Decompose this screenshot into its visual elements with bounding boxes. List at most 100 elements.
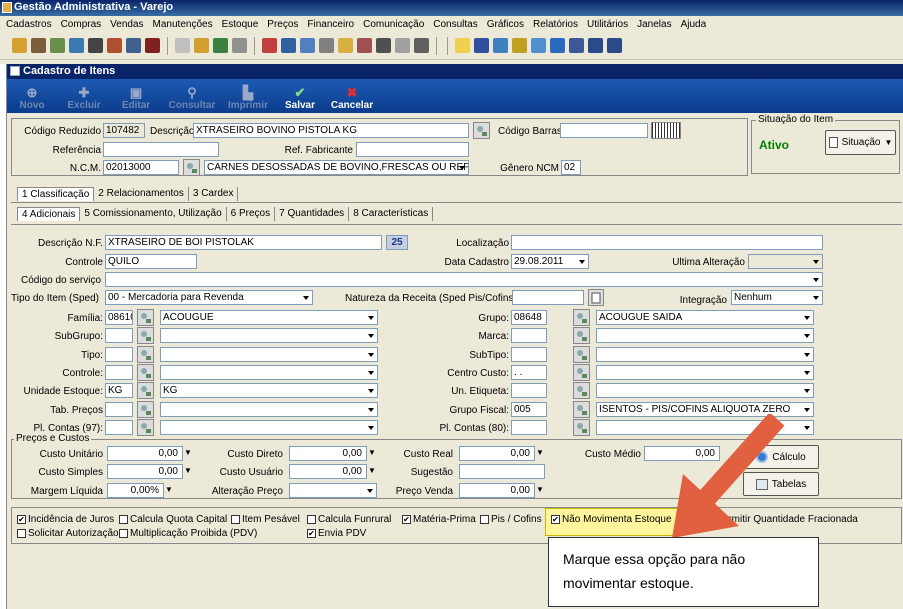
- row-code-field[interactable]: [511, 346, 547, 362]
- option-checkbox[interactable]: Solicitar Autorização: [17, 528, 119, 539]
- download-icon[interactable]: [474, 38, 489, 53]
- tipo-item-select[interactable]: 00 - Mercadoria para Revenda: [105, 290, 313, 305]
- tab-item[interactable]: 5 Comissionamento, Utilização: [80, 207, 227, 221]
- gift-icon[interactable]: [357, 38, 372, 53]
- row-description-select[interactable]: [596, 383, 814, 399]
- menu-item[interactable]: Ajuda: [681, 19, 707, 30]
- row-code-field[interactable]: [105, 346, 133, 362]
- cancelar-button[interactable]: ✖ Cancelar: [331, 85, 373, 111]
- option-checkbox[interactable]: ✔ Matéria-Prima: [402, 514, 476, 525]
- globe-icon[interactable]: [531, 38, 546, 53]
- row-search-button[interactable]: [573, 418, 590, 436]
- menu-item[interactable]: Comunicação: [363, 19, 424, 30]
- bag-icon[interactable]: [338, 38, 353, 53]
- menu-item[interactable]: Janelas: [637, 19, 671, 30]
- dropdown-arrow-icon[interactable]: ▼: [184, 448, 192, 457]
- ncm-description-select[interactable]: CARNES DESOSSADAS DE BOVINO,FRESCAS OU R…: [204, 160, 469, 175]
- tab-item[interactable]: 3 Cardex: [189, 187, 239, 201]
- row-search-button[interactable]: [137, 418, 154, 436]
- ncm-field[interactable]: 02013000: [103, 160, 179, 175]
- calendar-icon[interactable]: [281, 38, 296, 53]
- row-search-button[interactable]: [137, 382, 154, 400]
- preco-venda-field[interactable]: 0,00: [459, 483, 535, 498]
- option-checkbox[interactable]: Calcula Funrural: [307, 514, 391, 525]
- row-search-button[interactable]: [137, 363, 154, 381]
- screen-icon[interactable]: [588, 38, 603, 53]
- imprimir-button[interactable]: ▙ Imprimir: [227, 85, 269, 111]
- cart-icon[interactable]: [69, 38, 84, 53]
- row-search-button[interactable]: [137, 345, 154, 363]
- open-icon[interactable]: [12, 38, 27, 53]
- menu-item[interactable]: Utilitários: [587, 19, 628, 30]
- row-search-button[interactable]: [573, 400, 590, 418]
- tab-item[interactable]: 4 Adicionais: [17, 207, 81, 221]
- row-search-button[interactable]: [573, 309, 590, 326]
- row-description-select[interactable]: [596, 328, 814, 344]
- row-code-field[interactable]: [511, 383, 547, 399]
- row-code-field[interactable]: KG: [105, 383, 133, 399]
- custo-simples-field[interactable]: 0,00: [107, 464, 183, 479]
- terminal-icon[interactable]: [232, 38, 247, 53]
- row-search-button[interactable]: [573, 363, 590, 381]
- custo-usuario-field[interactable]: 0,00: [289, 464, 367, 479]
- row-search-button[interactable]: [137, 309, 154, 326]
- star-icon[interactable]: [455, 38, 470, 53]
- editar-button[interactable]: ▣ Editar: [115, 85, 157, 111]
- option-checkbox[interactable]: Item Pesável: [231, 514, 300, 525]
- row-description-select[interactable]: [160, 419, 378, 435]
- consultar-button[interactable]: ⚲ Consultar: [167, 85, 217, 111]
- dropdown-arrow-icon[interactable]: ▼: [368, 448, 376, 457]
- tab-item[interactable]: 6 Preços: [227, 207, 276, 221]
- row-description-select[interactable]: [160, 401, 378, 417]
- row-search-button[interactable]: [137, 400, 154, 418]
- menu-item[interactable]: Gráficos: [487, 19, 524, 30]
- natureza-receita-field[interactable]: [512, 290, 584, 305]
- row-code-field[interactable]: [105, 328, 133, 344]
- window-icon[interactable]: [126, 38, 141, 53]
- facebook-icon[interactable]: [569, 38, 584, 53]
- row-search-button[interactable]: [573, 345, 590, 363]
- users-icon[interactable]: [31, 38, 46, 53]
- integracao-select[interactable]: Nenhum: [731, 290, 823, 305]
- report-icon[interactable]: [145, 38, 160, 53]
- option-checkbox[interactable]: Pis / Cofins: [480, 514, 542, 525]
- referencia-field[interactable]: [103, 142, 219, 157]
- row-code-field[interactable]: . .: [511, 364, 547, 380]
- sugestao-field[interactable]: [459, 464, 545, 479]
- codigo-barras-field[interactable]: [560, 123, 648, 138]
- row-search-button[interactable]: [137, 327, 154, 345]
- twitter-icon[interactable]: [550, 38, 565, 53]
- menu-item[interactable]: Preços: [267, 19, 298, 30]
- localizacao-field[interactable]: [511, 235, 823, 250]
- menu-item[interactable]: Estoque: [222, 19, 259, 30]
- dropdown-arrow-icon[interactable]: ▼: [536, 485, 544, 494]
- tab-item[interactable]: 7 Quantidades: [275, 207, 350, 221]
- genero-ncm-field[interactable]: 02: [561, 160, 581, 175]
- tree-icon[interactable]: [213, 38, 228, 53]
- dropdown-arrow-icon[interactable]: ▼: [536, 448, 544, 457]
- custo-real-field[interactable]: 0,00: [459, 446, 535, 461]
- controle-field[interactable]: QUILO: [105, 254, 197, 269]
- menu-item[interactable]: Manutenções: [153, 19, 213, 30]
- option-checkbox[interactable]: Multiplicação Proibida (PDV): [119, 528, 257, 539]
- row-description-select[interactable]: [596, 364, 814, 380]
- menu-item[interactable]: Cadastros: [6, 19, 52, 30]
- user-add-icon[interactable]: [414, 38, 429, 53]
- custo-direto-field[interactable]: 0,00: [289, 446, 367, 461]
- ultima-alteracao-field[interactable]: [748, 254, 823, 269]
- box-icon[interactable]: [194, 38, 209, 53]
- row-description-select[interactable]: ACOUGUE: [160, 310, 378, 325]
- option-checkbox[interactable]: ✔ Não Movimenta Estoque: [551, 514, 672, 525]
- dropdown-arrow-icon[interactable]: ▼: [368, 466, 376, 475]
- menu-item[interactable]: Consultas: [433, 19, 477, 30]
- tab-item[interactable]: 2 Relacionamentos: [94, 187, 189, 201]
- option-checkbox[interactable]: ✔ Incidência de Juros: [17, 514, 114, 525]
- row-code-field[interactable]: [105, 401, 133, 417]
- ref-fabricante-field[interactable]: [356, 142, 469, 157]
- row-code-field[interactable]: 08648: [511, 310, 547, 325]
- row-code-field[interactable]: [511, 419, 547, 435]
- data-cadastro-field[interactable]: 29.08.2011: [511, 254, 589, 269]
- barcode-icon[interactable]: [651, 122, 681, 139]
- descricao-field[interactable]: XTRASEIRO BOVINO PISTOLA KG: [193, 123, 469, 138]
- natureza-receita-search-button[interactable]: [588, 289, 604, 306]
